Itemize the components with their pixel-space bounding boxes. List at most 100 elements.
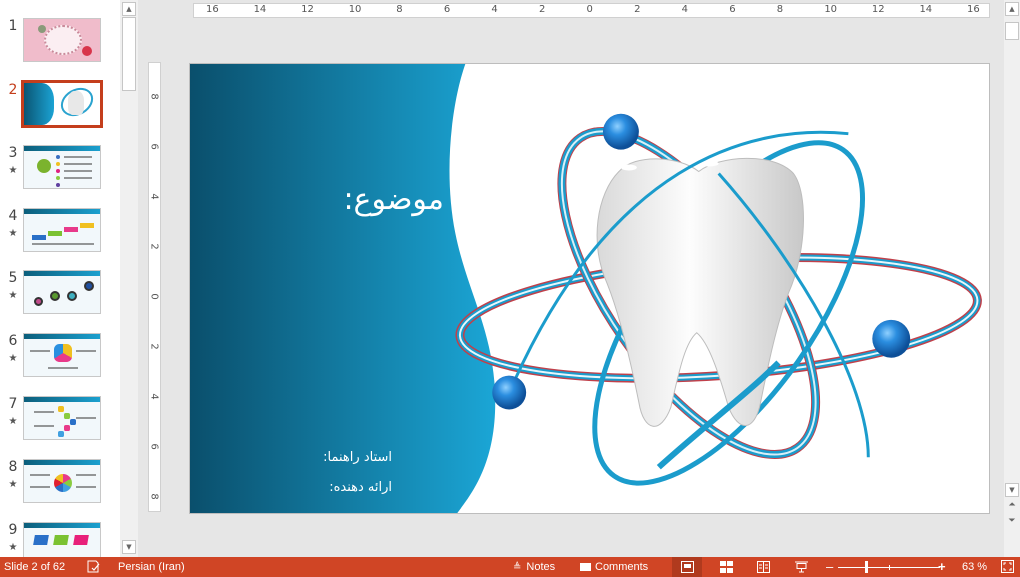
zoom-out-button[interactable]: – [826,557,833,577]
thumbnail-hexagon-preview [24,334,100,376]
slide-canvas[interactable]: موضوع: استاد راهنما: ارائه دهنده: [189,63,990,514]
slide-thumbnail-4[interactable]: 4 ★ [0,208,120,268]
thumbnail-scrollbar[interactable]: ▲ ▼ [120,0,138,557]
slide-thumbnail-8[interactable]: 8 ★ [0,459,120,519]
fit-to-window-icon [1001,560,1014,573]
atom-ball-left [492,375,527,410]
slide-number: 6 [8,333,18,349]
normal-view-button[interactable] [672,557,702,577]
thumbnail-frame[interactable] [23,270,101,314]
slide-counter: Slide 2 of 62 [4,561,66,573]
spell-check-icon[interactable] [87,557,101,577]
animation-star-icon: ★ [8,416,18,427]
thumbnail-tags-preview [24,523,100,557]
comment-icon [580,563,591,571]
scrollbar-thumb[interactable] [122,17,136,91]
slide-sorter-icon [719,561,733,573]
animation-star-icon: ★ [8,165,18,176]
thumbnail-frame[interactable] [23,522,101,557]
slide-thumbnail-9[interactable]: 9 ★ [0,522,120,557]
zoom-slider-handle[interactable] [865,561,868,573]
ruler-label: 8 [148,493,160,500]
animation-star-icon: ★ [8,479,18,490]
thumbnail-floral-preview [24,19,100,61]
reading-view-button[interactable] [748,557,778,577]
slideshow-button[interactable] [786,557,816,577]
ruler-label: 12 [301,4,314,15]
ruler-label: 4 [681,4,688,15]
slide-artwork [190,64,982,513]
vertical-ruler[interactable]: 8 6 4 2 0 2 4 6 8 [148,62,161,512]
ruler-label: 14 [919,4,933,15]
ruler-label: 6 [148,143,160,150]
ruler-label: 4 [491,4,498,15]
horizontal-ruler[interactable]: 16 14 12 10 8 6 4 2 0 2 4 6 8 10 12 14 16 [193,3,990,18]
slide-thumbnail-pane[interactable]: 1 2 3 ★ 4 ★ 5 ★ 6 ★ 7 ★ 8 ★ 9 ★ [0,0,120,557]
slide-number: 4 [8,208,18,224]
thumbnail-frame[interactable] [23,18,101,62]
slide-sorter-button[interactable] [711,557,741,577]
slide-thumbnail-2[interactable]: 2 [0,80,120,142]
ruler-label: 10 [824,4,838,15]
thumbnail-frame[interactable] [23,145,101,189]
ruler-label: 0 [586,4,593,15]
notes-button[interactable]: ≜ Notes [513,557,555,577]
comments-label: Comments [595,561,649,573]
thumbnail-hexes-preview [24,397,100,439]
thumbnail-flower-preview [24,460,100,502]
ruler-label: 6 [729,4,736,15]
normal-view-icon [680,561,694,573]
slideshow-icon [794,561,808,573]
scroll-up-button[interactable]: ▲ [1005,2,1019,16]
slide-thumbnail-6[interactable]: 6 ★ [0,333,120,393]
thumbnail-frame[interactable] [23,208,101,252]
ruler-label: 2 [538,4,546,15]
previous-slide-icon[interactable]: ⏶ [1005,500,1019,510]
slide-number: 2 [8,82,18,98]
ruler-label: 14 [253,4,267,15]
scroll-up-button[interactable]: ▲ [122,2,136,16]
thumbnail-frame[interactable] [23,459,101,503]
ruler-label: 8 [776,4,784,15]
slide-editor-area: 16 14 12 10 8 6 4 2 0 2 4 6 8 10 12 14 16 8 6 4 2 0 2 4 6 8 [138,0,1004,557]
animation-star-icon: ★ [8,228,18,239]
slide-title-placeholder[interactable]: موضوع: [343,182,444,217]
slide-thumbnail-3[interactable]: 3 ★ [0,145,120,205]
next-slide-icon[interactable]: ⏷ [1005,516,1019,526]
fit-to-window-button[interactable] [1001,557,1014,577]
reading-view-icon [756,561,770,573]
zoom-in-button[interactable]: + [938,557,946,577]
language-indicator[interactable]: Persian (Iran) [118,557,185,577]
scroll-down-button[interactable]: ▼ [122,540,136,554]
slide-scrollbar[interactable]: ▲ ▼ ⏶ ⏷ [1004,0,1020,557]
zoom-level[interactable]: 63 % [962,557,987,577]
ruler-label: 2 [148,243,160,250]
blue-side-panel [190,64,496,513]
ruler-label: 10 [348,4,362,15]
slide-thumbnail-5[interactable]: 5 ★ [0,270,120,330]
tooth-illustration [596,157,804,427]
presenter-label[interactable]: ارائه دهنده: [329,480,392,495]
ruler-label: 16 [967,4,980,15]
advisor-label[interactable]: استاد راهنما: [323,450,392,465]
ruler-label: 8 [148,93,160,100]
thumbnail-frame-selected[interactable] [21,80,103,128]
scroll-down-button[interactable]: ▼ [1005,483,1019,497]
slide-thumbnail-1[interactable]: 1 [0,18,120,78]
animation-star-icon: ★ [8,353,18,364]
animation-star-icon: ★ [8,542,18,553]
slide-thumbnail-7[interactable]: 7 ★ [0,396,120,456]
ruler-label: 8 [396,4,403,15]
ruler-label: 4 [148,393,160,400]
animation-star-icon: ★ [8,290,18,301]
ruler-label: 16 [206,4,219,15]
ruler-label: 0 [148,293,160,300]
thumbnail-circles-preview [24,271,100,313]
comments-button[interactable]: Comments [580,557,648,577]
slide-number: 9 [8,522,18,538]
thumbnail-frame[interactable] [23,396,101,440]
thumbnail-frame[interactable] [23,333,101,377]
scrollbar-thumb[interactable] [1005,22,1019,40]
zoom-slider-center-mark [889,565,890,570]
ruler-label: 4 [148,193,160,200]
